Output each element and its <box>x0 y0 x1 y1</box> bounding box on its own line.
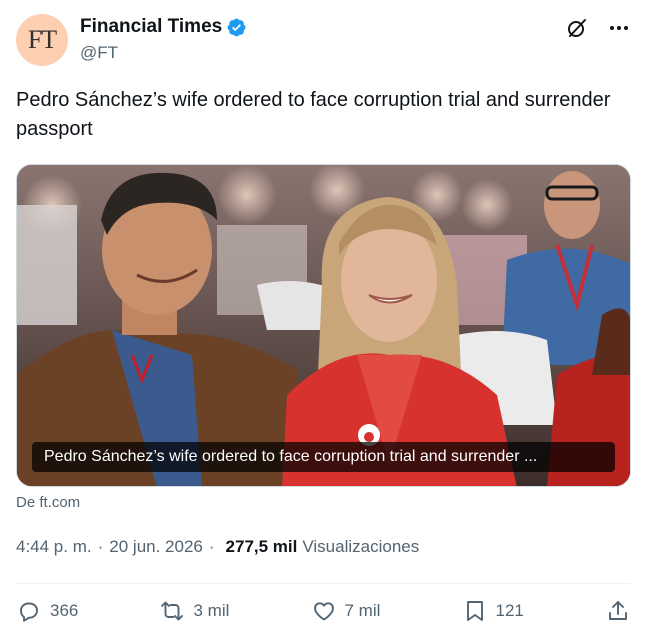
repost-button[interactable]: 3 mil <box>159 598 229 624</box>
author-name-row: Financial Times <box>80 16 247 38</box>
link-card-image[interactable]: Pedro Sánchez’s wife ordered to face cor… <box>16 164 631 487</box>
display-name[interactable]: Financial Times <box>80 16 222 38</box>
reply-button[interactable]: 366 <box>16 598 78 624</box>
bookmark-count: 121 <box>495 601 524 620</box>
avatar-logo-text: FT <box>27 25 57 54</box>
divider <box>16 583 631 584</box>
tweet-date[interactable]: 20 jun. 2026 <box>109 537 203 557</box>
avatar[interactable]: FT <box>16 14 68 66</box>
top-actions <box>565 16 631 40</box>
bookmark-icon <box>462 598 488 624</box>
verified-badge-icon[interactable] <box>226 17 247 38</box>
photo-illustration <box>17 165 630 486</box>
reply-count: 366 <box>50 601 79 620</box>
share-icon <box>605 598 631 624</box>
link-card-title: Pedro Sánchez’s wife ordered to face cor… <box>32 442 615 472</box>
like-count: 7 mil <box>344 601 381 620</box>
tweet-text: Pedro Sánchez’s wife ordered to face cor… <box>16 89 611 140</box>
author-handle[interactable]: @FT <box>80 43 118 63</box>
heart-icon <box>311 598 337 624</box>
link-source[interactable]: De ft.com <box>16 494 80 511</box>
repost-icon <box>159 598 185 624</box>
like-button[interactable]: 7 mil <box>311 598 381 624</box>
meta-separator: · <box>208 537 215 556</box>
views-count: 277,5 mil <box>225 537 298 556</box>
action-bar: 366 3 mil 7 mil 121 <box>16 598 631 624</box>
repost-count: 3 mil <box>193 601 230 620</box>
share-button[interactable] <box>605 598 631 624</box>
views-label: Visualizaciones <box>302 537 420 556</box>
bookmark-button[interactable]: 121 <box>462 598 524 624</box>
tweet-meta: 4:44 p. m. · 20 jun. 2026 · 277,5 mil Vi… <box>16 537 419 557</box>
reply-icon <box>16 598 42 624</box>
meta-separator: · <box>97 537 104 556</box>
grok-icon[interactable] <box>565 16 589 40</box>
more-icon[interactable] <box>607 16 631 40</box>
tweet-time[interactable]: 4:44 p. m. <box>16 537 92 557</box>
